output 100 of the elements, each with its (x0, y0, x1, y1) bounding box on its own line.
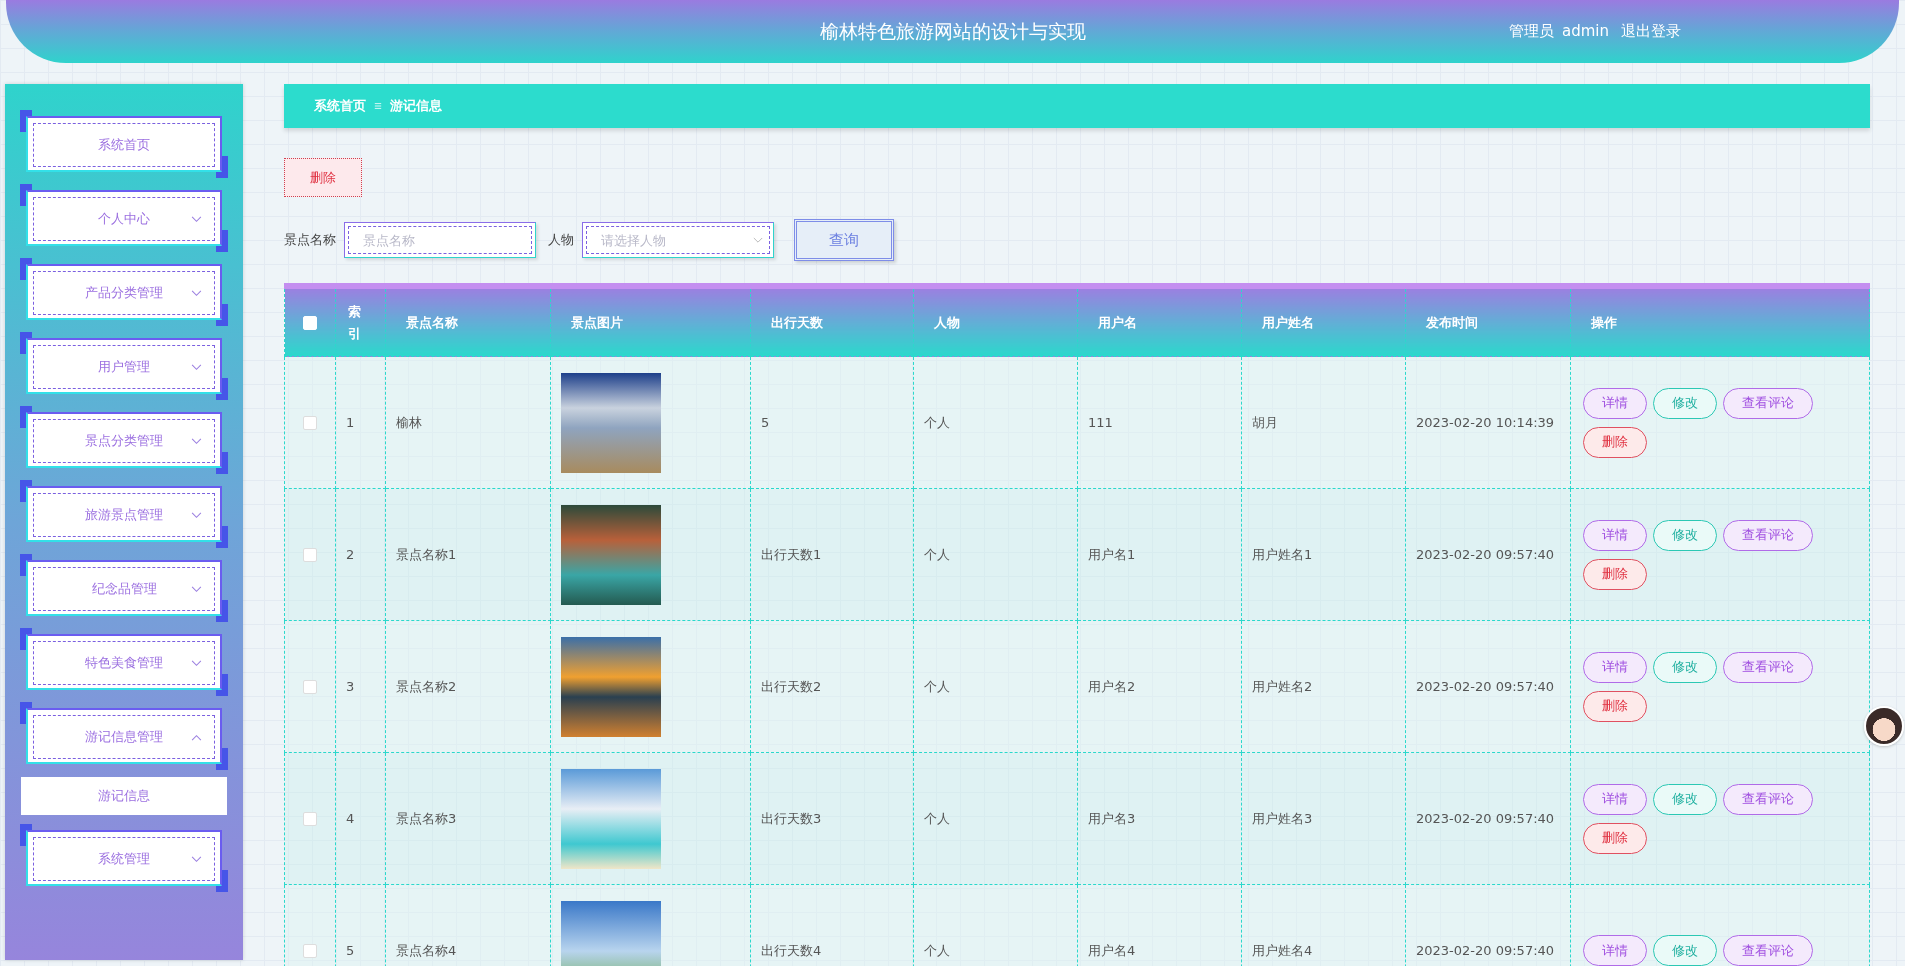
person-select[interactable]: 请选择人物 (582, 222, 774, 258)
table-cell: 胡月 (1241, 356, 1406, 489)
table-cell: 景点名称1 (385, 488, 551, 621)
sidebar-item[interactable]: 景点分类管理 (20, 406, 228, 474)
column-header: 操作 (1570, 289, 1870, 357)
row-checkbox[interactable] (303, 812, 317, 827)
table-cell: 出行天数2 (750, 620, 914, 753)
table-cell: 个人 (913, 356, 1078, 489)
sidebar-item[interactable]: 个人中心 (20, 184, 228, 252)
table-cell: 景点名称3 (385, 752, 551, 885)
table-cell: 用户姓名2 (1241, 620, 1406, 753)
chevron-icon (191, 855, 202, 863)
detail-button[interactable]: 详情 (1583, 387, 1647, 419)
edit-button[interactable]: 修改 (1653, 387, 1717, 419)
table-cell: 2023-02-20 09:57:40 (1405, 620, 1571, 753)
detail-button[interactable]: 详情 (1583, 935, 1647, 966)
sidebar-item[interactable]: 系统管理 (20, 824, 228, 892)
sidebar-item[interactable]: 特色美食管理 (20, 628, 228, 696)
table-cell: 出行天数4 (750, 884, 914, 966)
detail-button[interactable]: 详情 (1583, 519, 1647, 551)
column-header: 景点图片 (550, 289, 751, 357)
query-button[interactable]: 查询 (794, 219, 894, 261)
row-checkbox[interactable] (303, 944, 317, 959)
submenu-item[interactable]: 游记信息 (22, 778, 226, 814)
table-cell: 用户姓名1 (1241, 488, 1406, 621)
table-cell: 111 (1077, 356, 1242, 489)
sidebar-item[interactable]: 用户管理 (20, 332, 228, 400)
sidebar-item[interactable]: 游记信息管理 (20, 702, 228, 770)
field-label: 人物 (548, 231, 574, 249)
table-cell: 4 (335, 752, 386, 885)
edit-button[interactable]: 修改 (1653, 783, 1717, 815)
user-role: 管理员 (1509, 22, 1554, 41)
chevron-icon (191, 585, 202, 593)
table-cell: 出行天数1 (750, 488, 914, 621)
table-cell: 用户名3 (1077, 752, 1242, 885)
field-label: 景点名称 (284, 231, 336, 249)
column-header: 出行天数 (750, 289, 914, 357)
column-header: 用户名 (1077, 289, 1242, 357)
comments-button[interactable]: 查看评论 (1723, 651, 1813, 683)
table-cell: 用户姓名3 (1241, 752, 1406, 885)
table-cell: 2023-02-20 10:14:39 (1405, 356, 1571, 489)
logout-link[interactable]: 退出登录 (1621, 22, 1681, 41)
separator-icon (374, 101, 382, 111)
delete-button[interactable]: 删除 (1583, 558, 1647, 590)
chevron-icon (191, 733, 202, 741)
chevron-icon (191, 363, 202, 371)
chevron-icon (191, 437, 202, 445)
edit-button[interactable]: 修改 (1653, 651, 1717, 683)
delete-button[interactable]: 删除 (1583, 822, 1647, 854)
table-cell: 用户姓名4 (1241, 884, 1406, 966)
sidebar-item[interactable]: 系统首页 (20, 110, 228, 178)
chevron-icon (191, 215, 202, 223)
table-cell: 景点名称4 (385, 884, 551, 966)
comments-button[interactable]: 查看评论 (1723, 783, 1813, 815)
table-cell: 3 (335, 620, 386, 753)
table-cell: 用户名2 (1077, 620, 1242, 753)
select-all-checkbox[interactable] (303, 316, 317, 331)
row-checkbox[interactable] (303, 416, 317, 431)
table-cell: 2023-02-20 09:57:40 (1405, 488, 1571, 621)
column-header: 索引 (335, 289, 386, 357)
sidebar-item[interactable]: 产品分类管理 (20, 258, 228, 326)
sidebar-item[interactable]: 纪念品管理 (20, 554, 228, 622)
table-cell: 个人 (913, 620, 1078, 753)
comments-button[interactable]: 查看评论 (1723, 935, 1813, 966)
site-title: 榆林特色旅游网站的设计与实现 (819, 18, 1086, 44)
row-checkbox[interactable] (303, 548, 317, 563)
table-cell: 用户名4 (1077, 884, 1242, 966)
table-cell: 榆林 (385, 356, 551, 489)
avatar-icon[interactable] (1864, 706, 1904, 746)
detail-button[interactable]: 详情 (1583, 651, 1647, 683)
table-cell: 景点名称2 (385, 620, 551, 753)
user-name: admin (1562, 22, 1609, 41)
table-cell: 个人 (913, 752, 1078, 885)
chevron-icon (191, 511, 202, 519)
chevron-icon (191, 659, 202, 667)
row-checkbox[interactable] (303, 680, 317, 695)
table-cell: 个人 (913, 488, 1078, 621)
table-cell: 出行天数3 (750, 752, 914, 885)
comments-button[interactable]: 查看评论 (1723, 387, 1813, 419)
table-cell: 5 (750, 356, 914, 489)
edit-button[interactable]: 修改 (1653, 519, 1717, 551)
column-header: 景点名称 (385, 289, 551, 357)
table-cell: 用户名1 (1077, 488, 1242, 621)
delete-button[interactable]: 删除 (1583, 426, 1647, 458)
column-header: 人物 (913, 289, 1078, 357)
sidebar-item[interactable]: 旅游景点管理 (20, 480, 228, 548)
delete-button[interactable]: 删除 (284, 158, 362, 197)
chevron-icon (753, 237, 763, 244)
table-cell: 1 (335, 356, 386, 489)
comments-button[interactable]: 查看评论 (1723, 519, 1813, 551)
edit-button[interactable]: 修改 (1653, 935, 1717, 966)
name-field[interactable]: 景点名称 (344, 222, 536, 258)
column-header: 用户姓名 (1241, 289, 1406, 357)
detail-button[interactable]: 详情 (1583, 783, 1647, 815)
table-cell: 2023-02-20 09:57:40 (1405, 752, 1571, 885)
column-header: 发布时间 (1405, 289, 1571, 357)
table-cell: 2 (335, 488, 386, 621)
table-cell: 5 (335, 884, 386, 966)
delete-button[interactable]: 删除 (1583, 690, 1647, 722)
table-cell: 2023-02-20 09:57:40 (1405, 884, 1571, 966)
